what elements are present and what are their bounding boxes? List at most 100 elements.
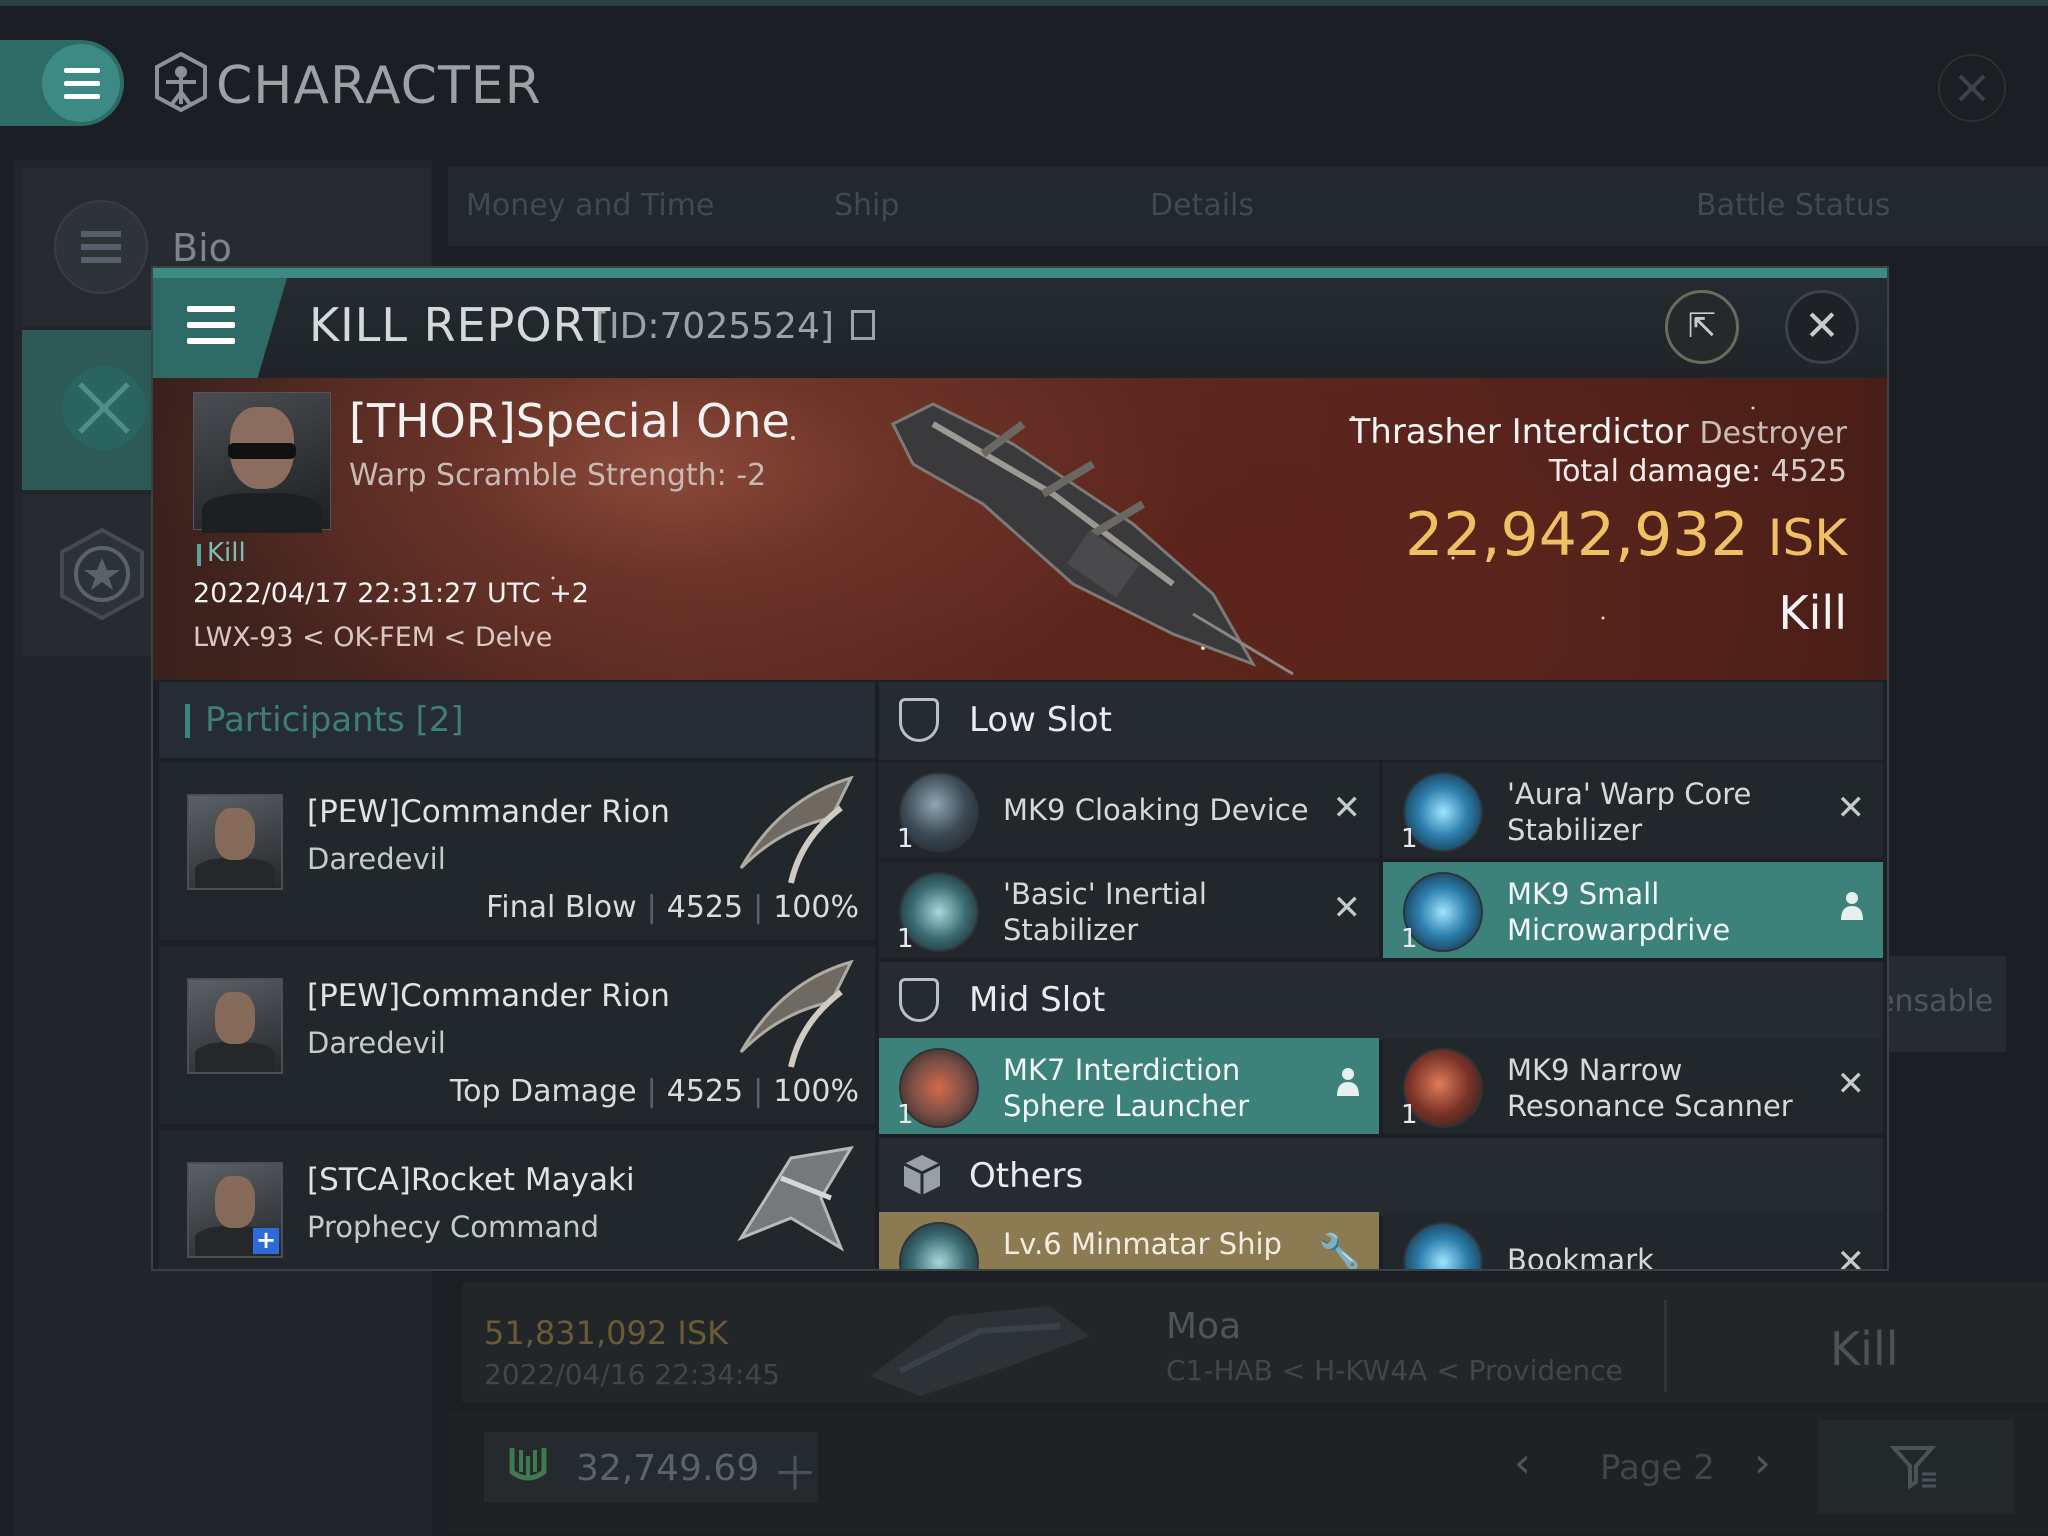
kill-datetime: 2022/04/17 22:31:27 UTC +2 <box>193 578 589 609</box>
item-name: MK7 Interdiction Sphere Launcher <box>1003 1053 1250 1123</box>
fitting-item[interactable]: Bookmark ✕ <box>1383 1212 1883 1271</box>
kill-location[interactable]: LWX-93 < OK-FEM < Delve <box>193 622 552 653</box>
victim-ship-image <box>890 402 1294 676</box>
dialog-accent <box>153 268 1887 278</box>
row-date: 2022/04/16 22:34:45 <box>484 1358 781 1391</box>
previous-page-button[interactable]: ‹ <box>1514 1438 1531 1487</box>
participant-ship-image <box>737 1145 854 1252</box>
close-icon <box>1958 74 1986 102</box>
external-link-icon: ⇱ <box>1687 306 1717 346</box>
participant-avatar <box>187 978 283 1074</box>
row-ship: Moa <box>1166 1306 1242 1347</box>
fitting-item[interactable]: 1 MK9 Small Microwarpdrive <box>1383 862 1883 958</box>
participants-header-marker <box>185 704 190 738</box>
window-close-button[interactable] <box>1938 54 2006 122</box>
user-icon <box>1839 890 1865 928</box>
participant-row[interactable]: + [STCA]Rocket Mayaki Prophecy Command <box>159 1130 875 1269</box>
kill-result: Kill <box>1778 586 1847 640</box>
shield-slot-icon <box>899 978 939 1022</box>
top-accent-line <box>0 0 2048 6</box>
list-icon <box>54 200 148 294</box>
kill-banner: [THOR]Special One Warp Scramble Strength… <box>153 378 1887 680</box>
total-damage: Total damage: 4525 <box>1548 454 1847 489</box>
fitting-item[interactable]: 1 'Basic' Inertial Stabilizer ✕ <box>879 862 1379 958</box>
item-name: MK9 Cloaking Device <box>1003 793 1309 827</box>
tab-ship[interactable]: Ship <box>834 188 899 223</box>
currency-icon <box>509 1448 547 1481</box>
destroyed-icon: ✕ <box>1332 788 1362 828</box>
victim-ship[interactable]: Thrasher Interdictor Destroyer <box>1350 412 1847 452</box>
close-icon: ✕ <box>1804 301 1840 350</box>
main-menu-button[interactable] <box>0 40 124 126</box>
wrench-icon: 🔧 <box>1318 1232 1361 1271</box>
item-quantity: 1 <box>1401 824 1418 854</box>
participant-name: [PEW]Commander Rion <box>307 794 670 830</box>
isk-value: 22,942,932 ISK <box>1405 500 1847 570</box>
dialog-title: KILL REPORT <box>309 298 612 352</box>
kill-id: [ID:7025524] <box>595 306 876 347</box>
item-name: 'Aura' Warp Core Stabilizer <box>1507 777 1752 847</box>
participant-ship: Daredevil <box>307 1026 446 1060</box>
participant-avatar <box>187 794 283 890</box>
fitting-item[interactable]: 1 'Aura' Warp Core Stabilizer ✕ <box>1383 762 1883 858</box>
victim-name[interactable]: [THOR]Special One <box>349 394 790 448</box>
next-page-button[interactable]: › <box>1754 1438 1771 1487</box>
participants-title: Participants [2] <box>205 700 464 740</box>
participant-name: [PEW]Commander Rion <box>307 978 670 1014</box>
others-label: Others <box>969 1156 1084 1196</box>
kill-report-dialog: KILL REPORT [ID:7025524] ⇱ ✕ [THOR]Speci… <box>151 266 1889 1271</box>
crossed-swords-icon <box>62 366 146 450</box>
page-title: CHARACTER <box>216 56 542 116</box>
filter-icon <box>1890 1446 1937 1490</box>
dialog-close-button[interactable]: ✕ <box>1785 290 1859 364</box>
participant-avatar: + <box>187 1162 283 1258</box>
item-name: Lv.6 Minmatar Ship <box>1003 1227 1282 1261</box>
participant-stats: Final Blow | 4525 | 100% <box>486 890 859 925</box>
row-location: C1-HAB < H-KW4A < Providence <box>1166 1354 1623 1387</box>
low-slot-label: Low Slot <box>969 700 1112 740</box>
tab-money-and-time[interactable]: Money and Time <box>466 188 714 223</box>
background-side-label: ensable <box>1876 956 2006 1052</box>
mid-slot-label: Mid Slot <box>969 980 1106 1020</box>
item-quantity: 1 <box>897 1100 914 1130</box>
add-funds-button[interactable]: ＋ <box>772 1438 818 1504</box>
item-quantity: 1 <box>897 824 914 854</box>
destroyed-icon: ✕ <box>1836 1242 1866 1271</box>
participant-stats: Top Damage | 4525 | 100% <box>449 1074 859 1109</box>
row-result: Kill <box>1830 1322 1899 1376</box>
participant-name: [STCA]Rocket Mayaki <box>307 1162 635 1198</box>
shield-slot-icon <box>899 698 939 742</box>
tab-battle-status[interactable]: Battle Status <box>1696 188 1890 223</box>
share-button[interactable]: ⇱ <box>1665 290 1739 364</box>
participant-ship: Prophecy Command <box>307 1210 600 1244</box>
user-icon <box>1335 1066 1361 1104</box>
item-quantity: 1 <box>897 924 914 954</box>
fitting-item[interactable]: 1 MK9 Narrow Resonance Scanner ✕ <box>1383 1038 1883 1134</box>
fitting-item[interactable]: Lv.6 Minmatar Ship 🔧 <box>879 1212 1379 1271</box>
victim-portrait[interactable] <box>193 392 331 533</box>
cargo-box-icon <box>903 1155 941 1195</box>
fitting-item[interactable]: 1 MK9 Cloaking Device ✕ <box>879 762 1379 858</box>
kill-tag: Kill <box>207 538 246 568</box>
row-divider <box>1664 1300 1667 1392</box>
fitting-item[interactable]: 1 MK7 Interdiction Sphere Launcher <box>879 1038 1379 1134</box>
menu-icon <box>42 44 120 122</box>
balance-value: 32,749.69 <box>576 1448 760 1489</box>
ship-skin-icon <box>899 1222 979 1269</box>
participant-row[interactable]: [PEW]Commander Rion Daredevil Top Damage… <box>159 946 875 1124</box>
kill-tag-marker <box>197 544 201 566</box>
bookmark-icon <box>1403 1222 1483 1269</box>
page-indicator: Page 2 <box>1600 1448 1715 1488</box>
plus-icon: + <box>253 1228 279 1254</box>
item-name: MK9 Narrow Resonance Scanner <box>1507 1053 1793 1123</box>
filter-button[interactable] <box>1818 1420 2014 1514</box>
participant-ship-image <box>739 775 854 884</box>
item-quantity: 1 <box>1401 924 1418 954</box>
tab-details[interactable]: Details <box>1150 188 1254 223</box>
item-name: 'Basic' Inertial Stabilizer <box>1003 877 1207 947</box>
participant-row[interactable]: [PEW]Commander Rion Daredevil Final Blow… <box>159 762 875 940</box>
destroyed-icon: ✕ <box>1836 1064 1866 1104</box>
participant-ship-image <box>739 959 854 1068</box>
row-isk: 51,831,092 ISK <box>484 1314 729 1352</box>
copy-icon[interactable] <box>851 310 876 340</box>
